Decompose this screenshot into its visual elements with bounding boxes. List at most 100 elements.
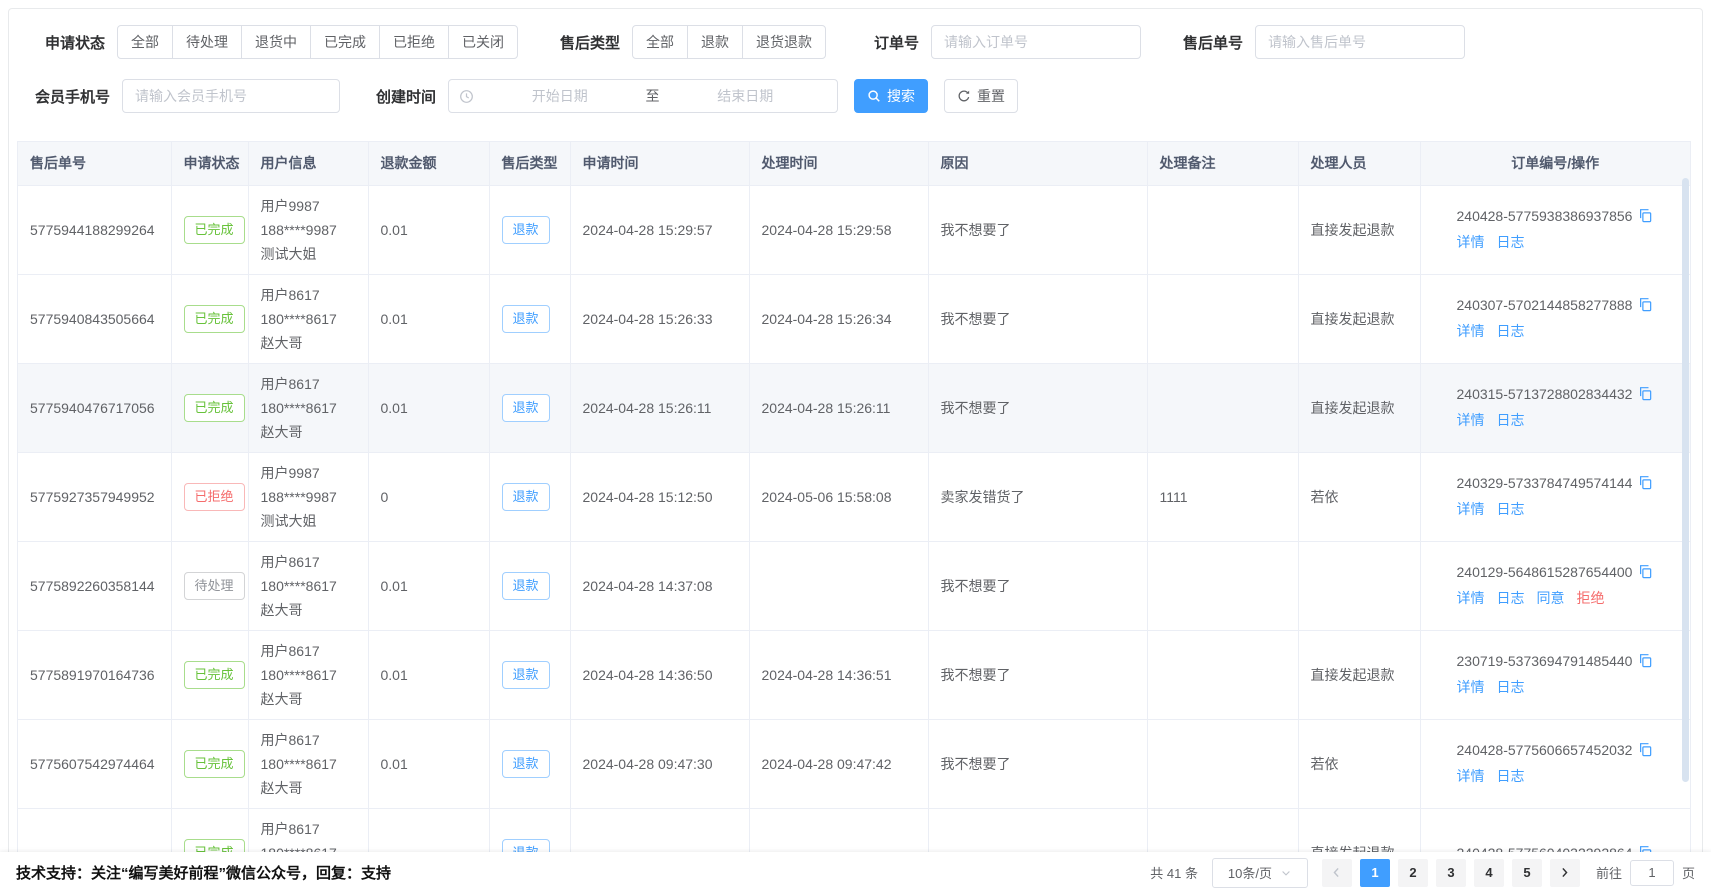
page-button-1[interactable]: 1 bbox=[1360, 859, 1390, 887]
page-button-4[interactable]: 4 bbox=[1474, 859, 1504, 887]
type-badge: 退款 bbox=[502, 216, 550, 244]
detail-link[interactable]: 详情 bbox=[1457, 766, 1485, 786]
remark-cell bbox=[1147, 808, 1298, 853]
detail-link[interactable]: 详情 bbox=[1457, 321, 1485, 341]
copy-order-button[interactable] bbox=[1638, 475, 1653, 490]
reason-text: 我不想要了 bbox=[941, 220, 1135, 240]
reason-cell: 我不想要了 bbox=[928, 541, 1147, 630]
page-button-5[interactable]: 5 bbox=[1512, 859, 1542, 887]
order-no: 230719-5373694791485440 bbox=[1457, 653, 1633, 669]
apply-time-cell: 2024-04-28 15:26:33 bbox=[570, 274, 749, 363]
detail-link[interactable]: 详情 bbox=[1457, 588, 1485, 608]
agree-link[interactable]: 同意 bbox=[1537, 588, 1565, 608]
column-header: 处理人员 bbox=[1298, 142, 1420, 185]
next-page-button[interactable] bbox=[1550, 859, 1580, 887]
handle-time: 2024-04-28 15:26:34 bbox=[762, 311, 916, 327]
user-info-line: 用户9987 bbox=[261, 461, 356, 485]
reason-cell: 我不想要了 bbox=[928, 363, 1147, 452]
refund-amount: 0.01 bbox=[381, 667, 477, 683]
aftersale-type-option-1[interactable]: 退款 bbox=[687, 25, 743, 59]
column-header: 申请时间 bbox=[570, 142, 749, 185]
apply-status-option-4[interactable]: 已拒绝 bbox=[379, 25, 449, 59]
page-button-3[interactable]: 3 bbox=[1436, 859, 1466, 887]
copy-order-button[interactable] bbox=[1638, 297, 1653, 312]
page-size-select[interactable]: 10条/页 bbox=[1212, 858, 1308, 888]
remark-cell bbox=[1147, 185, 1298, 274]
refund-amount-cell: 0.01 bbox=[368, 363, 489, 452]
row-operations: 详情日志 bbox=[1457, 410, 1679, 430]
order-ops-cell: 240329-5733784749574144详情日志 bbox=[1420, 452, 1690, 541]
order-no-input[interactable] bbox=[931, 25, 1141, 59]
user-info-line: 用户8617 bbox=[261, 639, 356, 663]
copy-order-button[interactable] bbox=[1638, 742, 1653, 757]
apply-status-option-5[interactable]: 已关闭 bbox=[448, 25, 518, 59]
aftersale-type-option-0[interactable]: 全部 bbox=[632, 25, 688, 59]
table-row: 已完成用户8617180****8617赵大哥退款直接发起退款240428-57… bbox=[18, 808, 1690, 853]
type-badge: 退款 bbox=[502, 661, 550, 689]
refund-amount: 0.01 bbox=[381, 578, 477, 594]
log-link[interactable]: 日志 bbox=[1497, 766, 1525, 786]
log-link[interactable]: 日志 bbox=[1497, 321, 1525, 341]
create-time-range-picker[interactable]: 开始日期 至 结束日期 bbox=[448, 79, 838, 113]
filter-row-1: 申请状态 全部待处理退货中已完成已拒绝已关闭 售后类型 全部退款退货退款 订单号… bbox=[45, 25, 1465, 59]
apply-status-option-3[interactable]: 已完成 bbox=[310, 25, 380, 59]
log-link[interactable]: 日志 bbox=[1497, 410, 1525, 430]
reason-text: 我不想要了 bbox=[941, 754, 1135, 774]
user-info-line: 赵大哥 bbox=[261, 687, 356, 711]
apply-status-option-2[interactable]: 退货中 bbox=[241, 25, 311, 59]
row-operations: 详情日志 bbox=[1457, 232, 1679, 252]
table-row: 5775944188299264已完成用户9987188****9987测试大姐… bbox=[18, 185, 1690, 274]
status-cell: 已完成 bbox=[171, 185, 248, 274]
aftersale-no: 5775927357949952 bbox=[30, 489, 159, 505]
apply-time: 2024-04-28 15:29:57 bbox=[583, 222, 737, 238]
copy-icon bbox=[1638, 742, 1653, 757]
goto-page-input[interactable] bbox=[1630, 860, 1674, 886]
prev-page-button[interactable] bbox=[1322, 859, 1352, 887]
handle-time: 2024-04-28 14:36:51 bbox=[762, 667, 916, 683]
log-link[interactable]: 日志 bbox=[1497, 499, 1525, 519]
detail-link[interactable]: 详情 bbox=[1457, 232, 1485, 252]
aftersale-no-input[interactable] bbox=[1255, 25, 1465, 59]
total-count: 共 41 条 bbox=[1150, 863, 1198, 882]
copy-order-button[interactable] bbox=[1638, 653, 1653, 668]
type-cell: 退款 bbox=[489, 808, 570, 853]
aftersale-no-cell: 5775607542974464 bbox=[18, 719, 171, 808]
reset-button[interactable]: 重置 bbox=[944, 79, 1018, 113]
apply-status-option-1[interactable]: 待处理 bbox=[172, 25, 242, 59]
copy-order-button[interactable] bbox=[1638, 564, 1653, 579]
date-separator: 至 bbox=[646, 86, 660, 106]
copy-order-button[interactable] bbox=[1638, 208, 1653, 223]
detail-link[interactable]: 详情 bbox=[1457, 499, 1485, 519]
detail-link[interactable]: 详情 bbox=[1457, 410, 1485, 430]
table-row: 5775927357949952已拒绝用户9987188****9987测试大姐… bbox=[18, 452, 1690, 541]
user-info-cell: 用户8617180****8617赵大哥 bbox=[248, 541, 368, 630]
log-link[interactable]: 日志 bbox=[1497, 588, 1525, 608]
goto-suffix: 页 bbox=[1682, 863, 1695, 882]
row-operations: 详情日志 bbox=[1457, 677, 1679, 697]
status-cell: 已完成 bbox=[171, 274, 248, 363]
status-cell: 已完成 bbox=[171, 719, 248, 808]
start-date-placeholder[interactable]: 开始日期 bbox=[478, 86, 642, 106]
aftersale-no-cell: 5775927357949952 bbox=[18, 452, 171, 541]
copy-icon bbox=[1638, 208, 1653, 223]
page-button-2[interactable]: 2 bbox=[1398, 859, 1428, 887]
type-badge: 退款 bbox=[502, 572, 550, 600]
detail-link[interactable]: 详情 bbox=[1457, 677, 1485, 697]
user-info-line: 赵大哥 bbox=[261, 776, 356, 800]
status-cell: 已完成 bbox=[171, 630, 248, 719]
log-link[interactable]: 日志 bbox=[1497, 232, 1525, 252]
reject-link[interactable]: 拒绝 bbox=[1577, 588, 1605, 608]
apply-status-option-0[interactable]: 全部 bbox=[117, 25, 173, 59]
aftersale-no: 5775607542974464 bbox=[30, 756, 159, 772]
vertical-scrollbar[interactable] bbox=[1682, 178, 1689, 782]
reason-text: 我不想要了 bbox=[941, 576, 1135, 596]
copy-order-button[interactable] bbox=[1638, 386, 1653, 401]
end-date-placeholder[interactable]: 结束日期 bbox=[664, 86, 828, 106]
aftersale-type-option-2[interactable]: 退货退款 bbox=[742, 25, 826, 59]
handler-text: 直接发起退款 bbox=[1311, 219, 1408, 241]
user-info-line: 赵大哥 bbox=[261, 331, 356, 355]
aftersale-no-cell bbox=[18, 808, 171, 853]
member-phone-input[interactable] bbox=[122, 79, 340, 113]
log-link[interactable]: 日志 bbox=[1497, 677, 1525, 697]
search-button[interactable]: 搜索 bbox=[854, 79, 928, 113]
